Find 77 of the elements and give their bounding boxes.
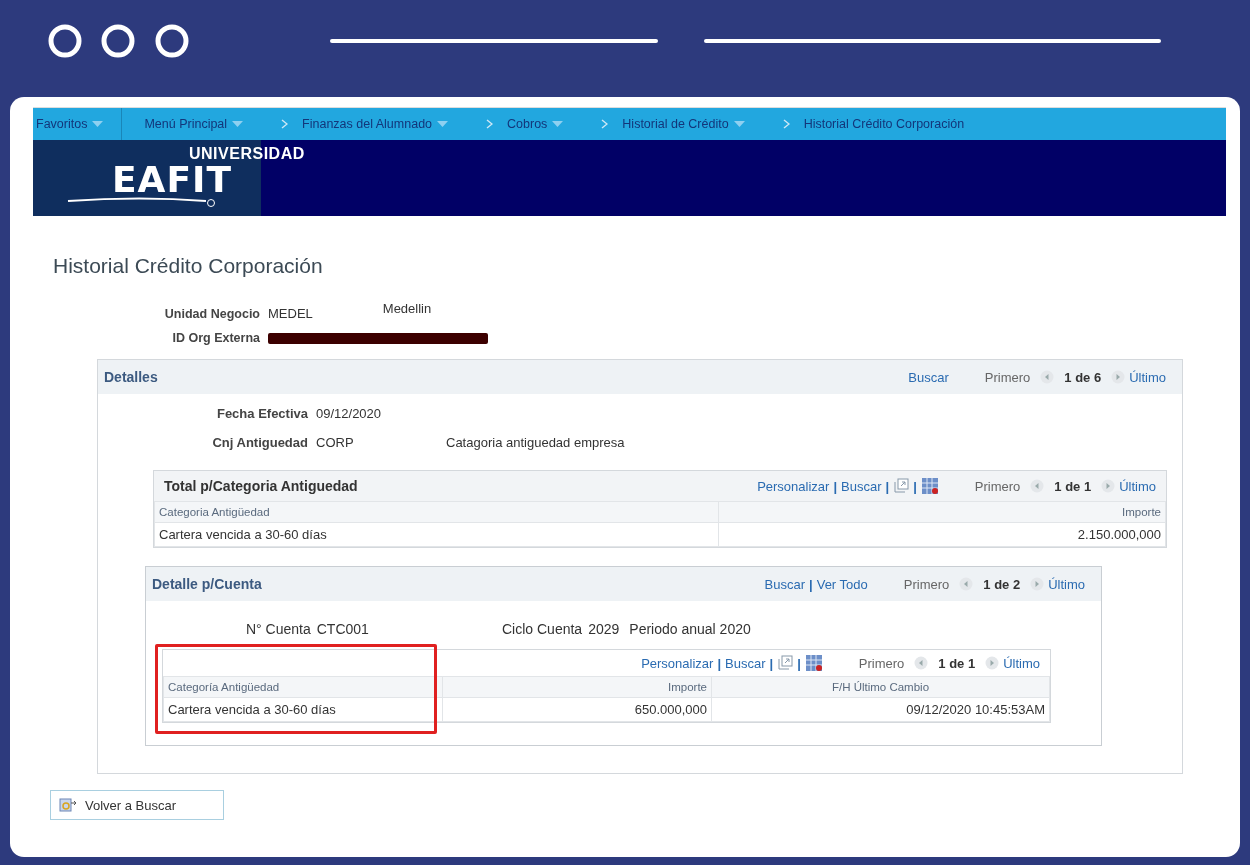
- field-value: CORP: [316, 435, 355, 450]
- next-icon[interactable]: [985, 656, 1000, 670]
- field-value: MEDEL: [268, 306, 313, 321]
- field-description: Catagoria antiguedad empresa: [446, 435, 625, 450]
- next-icon[interactable]: [1101, 479, 1116, 493]
- breadcrumb-link[interactable]: Favoritos: [36, 117, 88, 131]
- spreadsheet-icon[interactable]: [804, 654, 823, 672]
- zoom-icon[interactable]: [893, 478, 910, 494]
- last-link[interactable]: Último: [1119, 478, 1156, 494]
- grid-link[interactable]: Buscar: [841, 478, 882, 494]
- field-label: Ciclo Cuenta: [502, 621, 583, 637]
- first-link[interactable]: Primero: [974, 478, 1021, 494]
- search-link[interactable]: Buscar: [908, 369, 949, 385]
- table-cell: Cartera vencida a 30-60 días: [163, 697, 443, 722]
- logo-underline-icon: [66, 195, 216, 207]
- previous-icon[interactable]: [914, 656, 929, 670]
- separator-text: |: [885, 478, 890, 494]
- field-description: Periodo anual 2020: [629, 621, 751, 637]
- column-header[interactable]: Importe: [718, 501, 1166, 523]
- separator-text: |: [809, 576, 813, 592]
- breadcrumb-link[interactable]: Menú Principal: [144, 117, 228, 131]
- previous-icon[interactable]: [1030, 479, 1045, 493]
- field-label: Unidad Negocio: [163, 306, 260, 321]
- panel-link[interactable]: Buscar: [764, 576, 806, 592]
- separator-text: |: [717, 655, 722, 671]
- separator-text: |: [833, 478, 838, 494]
- first-link[interactable]: Primero: [903, 576, 950, 592]
- previous-icon[interactable]: [959, 577, 974, 591]
- field-value: CTC001: [316, 621, 369, 637]
- next-icon[interactable]: [1030, 577, 1045, 591]
- column-header[interactable]: Importe: [442, 676, 712, 698]
- page-count: 1 de 6: [1064, 369, 1102, 385]
- separator-text: |: [769, 655, 774, 671]
- zoom-icon[interactable]: [777, 655, 794, 671]
- separator-text: |: [797, 655, 801, 671]
- breadcrumb-link[interactable]: Historial de Crédito: [622, 117, 729, 131]
- field-value: 2029: [588, 621, 620, 637]
- search-page-icon: [59, 797, 77, 813]
- breadcrumb-link[interactable]: Finanzas del Alumnado: [302, 117, 433, 131]
- table-cell: Cartera vencida a 30-60 días: [154, 522, 719, 547]
- previous-icon[interactable]: [1040, 370, 1055, 384]
- field-value: 09/12/2020: [316, 406, 382, 421]
- next-icon[interactable]: [1111, 370, 1126, 384]
- field-description: Medellin: [382, 301, 432, 316]
- separator-text: |: [913, 478, 917, 494]
- field-label: N° Cuenta: [246, 621, 311, 637]
- page-count: 1 de 1: [938, 655, 976, 671]
- field-label: Cnj Antiguedad: [211, 435, 308, 450]
- table-cell: 09/12/2020 10:45:53AM: [711, 697, 1050, 722]
- table-cell: 650.000,000: [442, 697, 712, 722]
- grid-link[interactable]: Personalizar: [757, 478, 830, 494]
- table-cell: 2.150.000,000: [718, 522, 1166, 547]
- column-header[interactable]: Categoria Antigüedad: [154, 501, 719, 523]
- first-link[interactable]: Primero: [984, 369, 1031, 385]
- grid-link[interactable]: Buscar: [725, 655, 766, 671]
- field-label: Fecha Efectiva: [215, 406, 308, 421]
- field-label: ID Org Externa: [171, 331, 260, 345]
- panel-title: Detalles: [104, 369, 158, 385]
- page-title: Historial Crédito Corporación: [53, 254, 324, 278]
- grid-link[interactable]: Personalizar: [641, 655, 714, 671]
- last-link[interactable]: Último: [1129, 369, 1166, 385]
- breadcrumb-link[interactable]: Cobros: [507, 117, 548, 131]
- logo-text: UNIVERSIDAD: [189, 145, 306, 163]
- column-header[interactable]: Categoría Antigüedad: [163, 676, 443, 698]
- breadcrumb-link[interactable]: Historial Crédito Corporación: [803, 117, 965, 131]
- grid-title: Total p/Categoria Antiguedad: [164, 478, 358, 494]
- return-to-search-button[interactable]: Volver a Buscar: [50, 790, 224, 820]
- panel-title: Detalle p/Cuenta: [152, 576, 262, 592]
- first-link[interactable]: Primero: [858, 655, 905, 671]
- spreadsheet-icon[interactable]: [920, 477, 939, 495]
- last-link[interactable]: Último: [1048, 576, 1085, 592]
- page-count: 1 de 1: [1054, 478, 1092, 494]
- panel-link[interactable]: Ver Todo: [816, 576, 868, 592]
- column-header[interactable]: F/H Último Cambio: [711, 676, 1050, 698]
- page-count: 1 de 2: [983, 576, 1021, 592]
- logo-text: EAFIT: [112, 163, 233, 197]
- last-link[interactable]: Último: [1003, 655, 1040, 671]
